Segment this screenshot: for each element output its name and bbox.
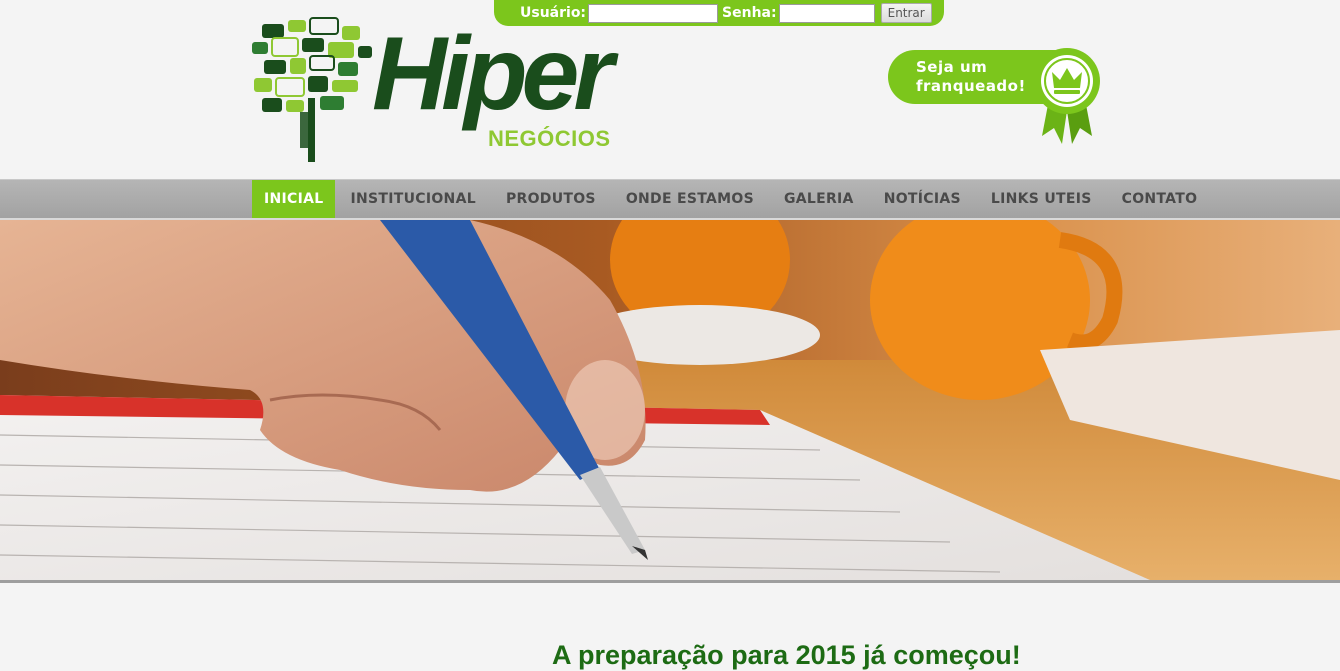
nav-item-inicial[interactable]: INICIAL <box>252 180 336 218</box>
hero-divider <box>0 580 1340 583</box>
page-headline: A preparação para 2015 já começou! <box>552 640 1021 670</box>
franchise-line-1: Seja um <box>916 58 988 76</box>
franchise-label: Seja um franqueado! <box>916 58 1046 96</box>
password-label: Senha: <box>722 5 777 21</box>
nav-item-contato[interactable]: CONTATO <box>1107 180 1213 218</box>
login-button[interactable]: Entrar <box>880 3 932 23</box>
main-nav: INICIAL INSTITUCIONAL PRODUTOS ONDE ESTA… <box>0 179 1340 220</box>
franchise-line-2: franqueado! <box>916 77 1026 95</box>
crown-seal-icon <box>1034 48 1100 144</box>
password-input[interactable] <box>778 3 875 23</box>
logo-wordmark: Hiper <box>372 16 614 132</box>
hero-banner <box>0 220 1340 580</box>
nav-item-produtos[interactable]: PRODUTOS <box>491 180 611 218</box>
nav-item-noticias[interactable]: NOTÍCIAS <box>869 180 976 218</box>
logo-subtitle: NEGÓCIOS <box>488 126 611 151</box>
nav-item-galeria[interactable]: GALERIA <box>769 180 869 218</box>
nav-item-institucional[interactable]: INSTITUCIONAL <box>335 180 490 218</box>
nav-item-links-uteis[interactable]: LINKS UTEIS <box>976 180 1107 218</box>
hero-photo <box>0 220 1340 580</box>
tree-logo-icon <box>252 17 372 162</box>
nav-item-onde-estamos[interactable]: ONDE ESTAMOS <box>611 180 769 218</box>
site-logo[interactable]: Hiper NEGÓCIOS <box>248 16 648 166</box>
